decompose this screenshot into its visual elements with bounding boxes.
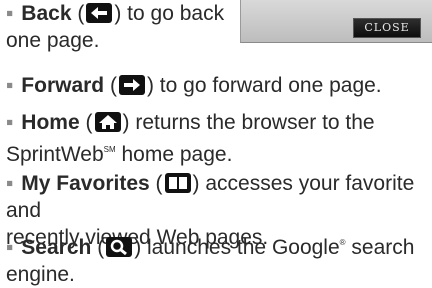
close-button[interactable]: CLOSE (353, 18, 421, 38)
list-item-forward: ▪ Forward ( ) to go forward one page. (6, 74, 382, 97)
bullet: ▪ (6, 172, 14, 195)
screenshot-fragment: CLOSE (240, 0, 432, 43)
search-desc: ) launches the Google® search (134, 236, 415, 259)
home-desc: ) returns the browser to the (122, 111, 375, 134)
home-icon (94, 112, 121, 132)
term-search: Search (21, 236, 92, 259)
bullet: ▪ (6, 74, 14, 97)
term-my-favorites: My Favorites (21, 172, 150, 195)
bookmark-book-icon (164, 173, 191, 193)
back-desc: ) to go back (114, 2, 225, 25)
list-item-home: ▪ Home ( ) returns the browser to the Sp… (6, 111, 375, 166)
back-arrow-icon (86, 3, 113, 23)
forward-arrow-icon (118, 75, 145, 95)
term-back: Back (21, 2, 72, 25)
list-item-back: ▪ Back ( ) to go back one page. (6, 2, 225, 52)
bullet: ▪ (6, 2, 14, 25)
bullet: ▪ (6, 111, 14, 134)
back-desc-line2: one page. (6, 29, 100, 52)
term-forward: Forward (21, 74, 105, 97)
term-home: Home (21, 111, 80, 134)
list-item-search: ▪ Search ( ) launches the Google® search… (6, 236, 415, 286)
search-icon (106, 237, 133, 257)
home-desc-line2: SprintWebSM home page. (6, 143, 233, 166)
bullet: ▪ (6, 236, 14, 259)
forward-desc: ) to go forward one page. (146, 74, 382, 97)
